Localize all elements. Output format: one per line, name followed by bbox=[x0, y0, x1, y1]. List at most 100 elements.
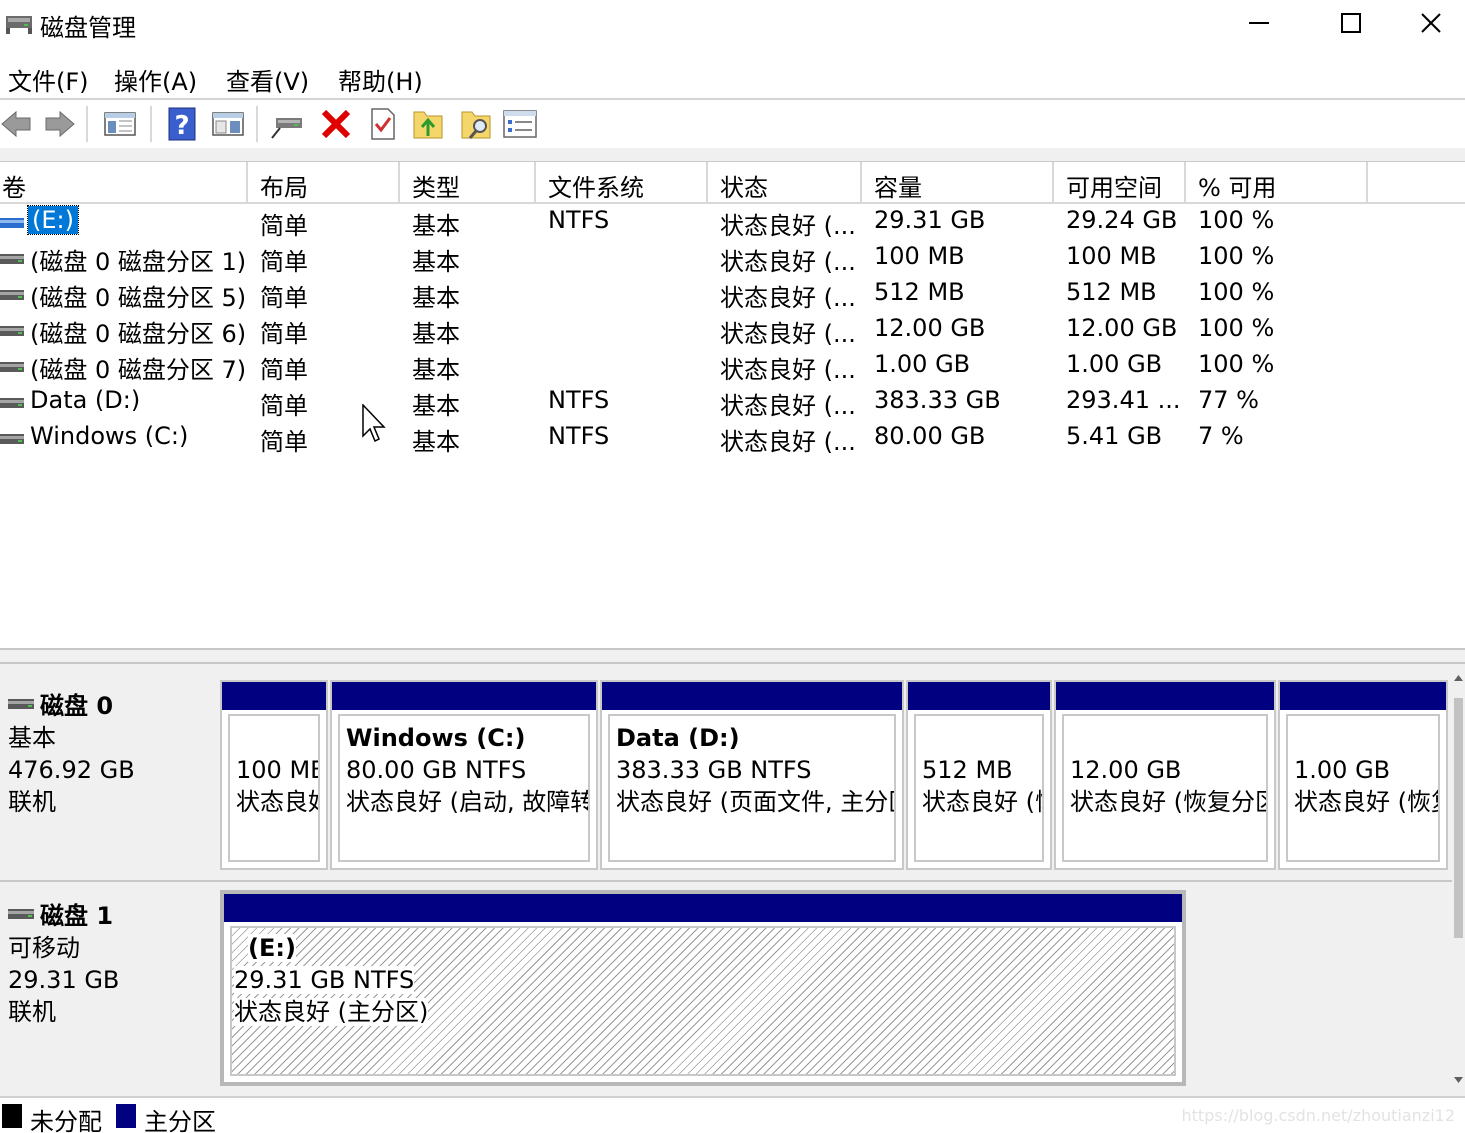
disk-state: 联机 bbox=[8, 788, 56, 816]
disk-1-info[interactable]: 磁盘 1 可移动 29.31 GB 联机 bbox=[0, 886, 216, 1092]
partition-block-selected[interactable]: (E:) 29.31 GB NTFS 状态良好 (主分区) bbox=[220, 890, 1186, 1086]
volume-list-header: 卷 布局 类型 文件系统 状态 容量 可用空间 % 可用 bbox=[0, 162, 1465, 204]
partition-block[interactable]: 100 MB 状态良好 bbox=[220, 680, 328, 870]
menu-help[interactable]: 帮助(H) bbox=[338, 62, 423, 97]
volume-icon bbox=[0, 434, 24, 444]
table-row[interactable]: Data (D:) 简单 基本 NTFS 状态良好 (... 383.33 GB… bbox=[0, 384, 1465, 420]
partition-status: 状态良好 (恢复分区 bbox=[1070, 788, 1268, 816]
disk-0-partitions: 100 MB 状态良好 Windows (C:) 80.00 GB NTFS 状… bbox=[216, 676, 1452, 882]
folder-search-icon[interactable] bbox=[458, 106, 494, 142]
column-header-capacity[interactable]: 容量 bbox=[862, 162, 1054, 202]
partition-status: 状态良好 (页面文件, 主分区 bbox=[616, 788, 896, 816]
minimize-button[interactable] bbox=[1213, 0, 1305, 46]
disk-graphical-view: 磁盘 0 基本 476.92 GB 联机 100 MB 状态良好 Windows… bbox=[0, 664, 1465, 1096]
scrollbar-thumb[interactable] bbox=[1454, 698, 1463, 938]
watermark: https://blog.csdn.net/zhoutianzi12 bbox=[1181, 1106, 1455, 1125]
partition-status: 状态良好 (恢复 bbox=[1294, 788, 1440, 816]
volume-name: (E:) bbox=[27, 205, 79, 235]
column-header-type[interactable]: 类型 bbox=[400, 162, 536, 202]
layout-cell: 简单 bbox=[260, 248, 308, 276]
capacity-cell: 12.00 GB bbox=[874, 314, 986, 342]
capacity-cell: 29.31 GB bbox=[874, 206, 986, 234]
help-icon[interactable]: ? bbox=[164, 106, 200, 142]
minimize-icon bbox=[1249, 22, 1269, 24]
type-cell: 基本 bbox=[412, 320, 460, 348]
check-icon[interactable] bbox=[364, 106, 400, 142]
volume-name: Windows (C:) bbox=[30, 422, 189, 450]
volume-icon bbox=[0, 398, 24, 408]
type-cell: 基本 bbox=[412, 428, 460, 456]
partition-block[interactable]: 1.00 GB 状态良好 (恢复 bbox=[1278, 680, 1448, 870]
layout-cell: 简单 bbox=[260, 284, 308, 312]
disk-icon bbox=[8, 699, 34, 709]
legend-unallocated: 未分配 bbox=[30, 1108, 102, 1133]
partition-size: 1.00 GB bbox=[1294, 756, 1391, 784]
capacity-cell: 512 MB bbox=[874, 278, 965, 306]
partition-block[interactable]: 512 MB 状态良好 (恢 bbox=[906, 680, 1052, 870]
partition-block[interactable]: Data (D:) 383.33 GB NTFS 状态良好 (页面文件, 主分区 bbox=[600, 680, 904, 870]
disk-kind: 可移动 bbox=[8, 934, 80, 962]
filesystem-cell: NTFS bbox=[548, 206, 610, 234]
scroll-down-arrow-icon[interactable] bbox=[1454, 1076, 1463, 1084]
vertical-scrollbar[interactable] bbox=[1452, 664, 1465, 1096]
menu-view[interactable]: 查看(V) bbox=[226, 62, 309, 97]
partition-size: 100 MB bbox=[236, 756, 320, 784]
type-cell: 基本 bbox=[412, 212, 460, 240]
toolbar-divider bbox=[86, 106, 88, 142]
show-hide-console-tree-icon[interactable] bbox=[102, 106, 138, 142]
column-header-free-space[interactable]: 可用空间 bbox=[1054, 162, 1186, 202]
table-row[interactable]: (磁盘 0 磁盘分区 7) 简单 基本 状态良好 (... 1.00 GB 1.… bbox=[0, 348, 1465, 384]
toolbar: ? bbox=[0, 100, 1465, 148]
column-header-layout[interactable]: 布局 bbox=[248, 162, 400, 202]
properties-view-icon[interactable] bbox=[210, 106, 246, 142]
partition-size: 512 MB bbox=[922, 756, 1013, 784]
volume-icon bbox=[0, 254, 24, 264]
status-cell: 状态良好 (... bbox=[720, 248, 856, 276]
partition-size: 383.33 GB NTFS bbox=[616, 756, 812, 784]
volume-icon bbox=[0, 326, 24, 336]
pane-splitter[interactable] bbox=[0, 648, 1465, 664]
column-header-filesystem[interactable]: 文件系统 bbox=[536, 162, 708, 202]
back-icon[interactable] bbox=[0, 106, 36, 142]
forward-icon[interactable] bbox=[40, 106, 76, 142]
disk-0-info[interactable]: 磁盘 0 基本 476.92 GB 联机 bbox=[0, 676, 216, 884]
partition-block[interactable]: 12.00 GB 状态良好 (恢复分区 bbox=[1054, 680, 1276, 870]
delete-icon[interactable] bbox=[318, 106, 354, 142]
filesystem-cell: NTFS bbox=[548, 422, 610, 450]
menu-bar: 文件(F) 操作(A) 查看(V) 帮助(H) bbox=[0, 56, 1465, 98]
scroll-up-arrow-icon[interactable] bbox=[1454, 674, 1463, 682]
column-header-volume[interactable]: 卷 bbox=[0, 162, 248, 202]
percent-free-cell: 100 % bbox=[1198, 242, 1275, 270]
toolbar-divider bbox=[256, 106, 258, 142]
column-header-percent-free[interactable]: % 可用 bbox=[1186, 162, 1368, 202]
connect-disk-icon[interactable] bbox=[270, 106, 306, 142]
close-button[interactable] bbox=[1397, 0, 1465, 46]
table-row[interactable]: (E:) 简单 基本 NTFS 状态良好 (... 29.31 GB 29.24… bbox=[0, 204, 1465, 240]
table-row[interactable]: (磁盘 0 磁盘分区 1) 简单 基本 状态良好 (... 100 MB 100… bbox=[0, 240, 1465, 276]
table-row[interactable]: (磁盘 0 磁盘分区 6) 简单 基本 状态良好 (... 12.00 GB 1… bbox=[0, 312, 1465, 348]
volume-name: (磁盘 0 磁盘分区 7) bbox=[30, 356, 247, 384]
free-space-cell: 5.41 GB bbox=[1066, 422, 1163, 450]
table-row[interactable]: Windows (C:) 简单 基本 NTFS 状态良好 (... 80.00 … bbox=[0, 420, 1465, 456]
folder-up-icon[interactable] bbox=[410, 106, 446, 142]
free-space-cell: 512 MB bbox=[1066, 278, 1157, 306]
column-header-status[interactable]: 状态 bbox=[708, 162, 862, 202]
partition-size: 80.00 GB NTFS bbox=[346, 756, 527, 784]
window-title: 磁盘管理 bbox=[40, 14, 136, 42]
partition-color-bar bbox=[602, 682, 902, 710]
menu-action[interactable]: 操作(A) bbox=[114, 62, 197, 97]
list-view-icon[interactable] bbox=[502, 106, 538, 142]
disk-icon bbox=[8, 909, 34, 919]
menu-file[interactable]: 文件(F) bbox=[8, 62, 89, 97]
partition-size: 29.31 GB NTFS bbox=[234, 966, 415, 994]
partition-status: 状态良好 (主分区) bbox=[234, 998, 429, 1026]
partition-color-bar bbox=[222, 682, 326, 710]
disk-name: 磁盘 0 bbox=[40, 692, 114, 720]
maximize-button[interactable] bbox=[1305, 0, 1397, 46]
partition-status: 状态良好 (启动, 故障转 bbox=[346, 788, 590, 816]
partition-block[interactable]: Windows (C:) 80.00 GB NTFS 状态良好 (启动, 故障转 bbox=[330, 680, 598, 870]
disk-name: 磁盘 1 bbox=[40, 902, 114, 930]
disk-size: 29.31 GB bbox=[8, 966, 120, 994]
percent-free-cell: 100 % bbox=[1198, 350, 1275, 378]
table-row[interactable]: (磁盘 0 磁盘分区 5) 简单 基本 状态良好 (... 512 MB 512… bbox=[0, 276, 1465, 312]
